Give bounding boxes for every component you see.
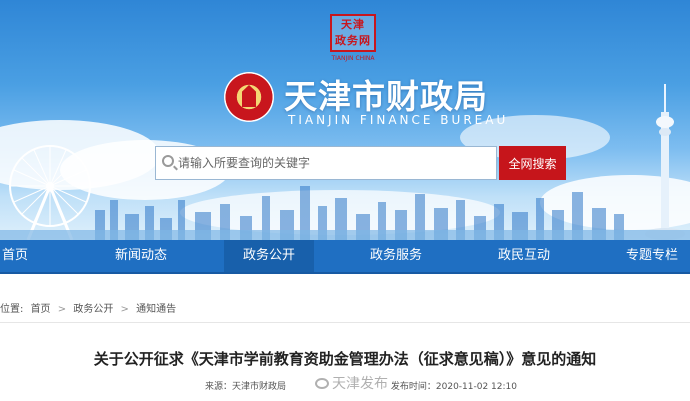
watermark-text: 天津发布 — [332, 376, 388, 392]
breadcrumb-separator: > — [120, 304, 129, 315]
article-publish-time: 发布时间：2020-11-02 12:10 — [390, 382, 517, 392]
weibo-icon — [315, 378, 329, 389]
nav-item-services[interactable]: 政务服务 — [352, 240, 440, 272]
breadcrumb-prefix: 位置: — [0, 304, 24, 315]
nav-item-news[interactable]: 新闻动态 — [98, 240, 184, 272]
nav-item-government-affairs[interactable]: 政务公开 — [224, 240, 314, 272]
main-nav: 首页 新闻动态 政务公开 政务服务 政民互动 专题专栏 — [0, 240, 690, 274]
weibo-watermark: 天津发布 — [315, 373, 388, 393]
search-box — [155, 146, 497, 180]
search-button[interactable]: 全网搜索 — [499, 146, 566, 180]
nav-item-home[interactable]: 首页 — [0, 240, 40, 272]
site-subtitle: TIANJIN FINANCE BUREAU — [288, 113, 509, 127]
search-input[interactable] — [178, 147, 492, 179]
article-source: 来源：天津市财政局 — [205, 382, 287, 392]
site-title: 天津市财政局 — [284, 77, 488, 116]
breadcrumb-separator: > — [57, 304, 67, 315]
seal-caption: TIANJIN CHINA — [331, 55, 375, 62]
bureau-emblem-icon — [224, 72, 274, 122]
tianjin-seal-logo: 天津 政务网 — [330, 14, 376, 52]
breadcrumb-item-home[interactable]: 首页 — [31, 304, 51, 315]
breadcrumb-item-government-affairs[interactable]: 政务公开 — [73, 304, 113, 315]
nav-item-special-topics[interactable]: 专题专栏 — [614, 240, 690, 272]
breadcrumb-item-notices[interactable]: 通知通告 — [136, 304, 176, 315]
city-skyline — [0, 186, 690, 240]
seal-text: 天津 政务网 — [335, 18, 371, 47]
article-title: 关于公开征求《天津市学前教育资助金管理办法（征求意见稿）》意见的通知 — [93, 350, 597, 368]
content-divider — [0, 322, 690, 323]
breadcrumb: 位置: 首页 > 政务公开 > 通知通告 — [0, 300, 180, 315]
header-banner: 天津 政务网 TIANJIN CHINA 天津市财政局 TIANJIN FINA… — [0, 0, 690, 240]
search-icon — [162, 155, 174, 167]
nav-item-interaction[interactable]: 政民互动 — [480, 240, 568, 272]
emblem-building-icon — [242, 85, 256, 107]
